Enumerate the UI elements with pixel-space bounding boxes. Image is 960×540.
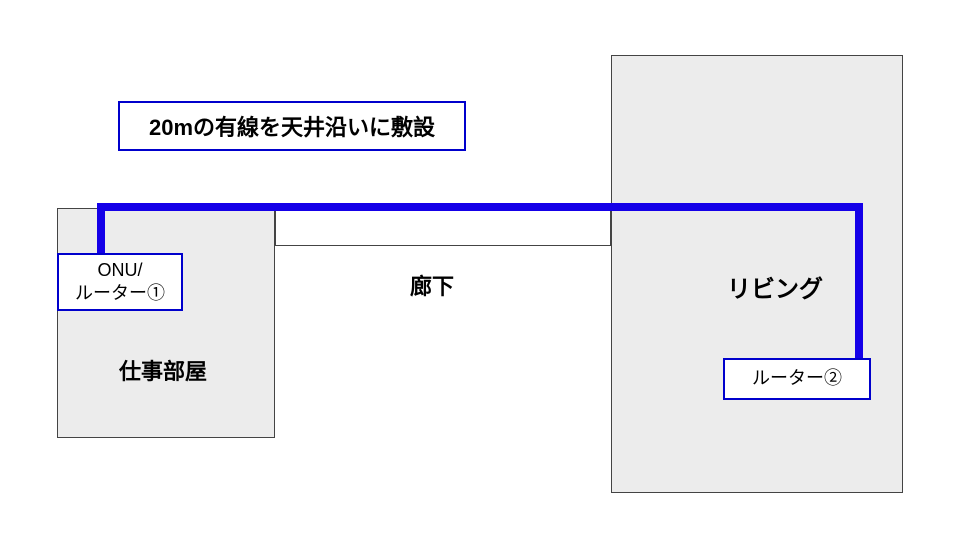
cable-segment-left-vertical — [97, 203, 105, 259]
device-router2-label: ルーター② — [752, 367, 842, 390]
cable-segment-horizontal — [97, 203, 863, 211]
device-onu-router1-label: ONU/ ルーター① — [75, 259, 165, 306]
title-box: 20mの有線を天井沿いに敷設 — [118, 101, 466, 151]
title-text: 20mの有線を天井沿いに敷設 — [149, 110, 435, 142]
room-hallway — [275, 208, 611, 246]
label-work-room: 仕事部屋 — [103, 354, 223, 386]
device-onu-router1: ONU/ ルーター① — [57, 253, 183, 311]
label-hallway: 廊下 — [392, 269, 472, 301]
cable-segment-right-vertical — [855, 203, 863, 361]
room-work — [57, 208, 275, 438]
label-living: リビング — [715, 269, 835, 304]
device-router2: ルーター② — [723, 358, 871, 400]
